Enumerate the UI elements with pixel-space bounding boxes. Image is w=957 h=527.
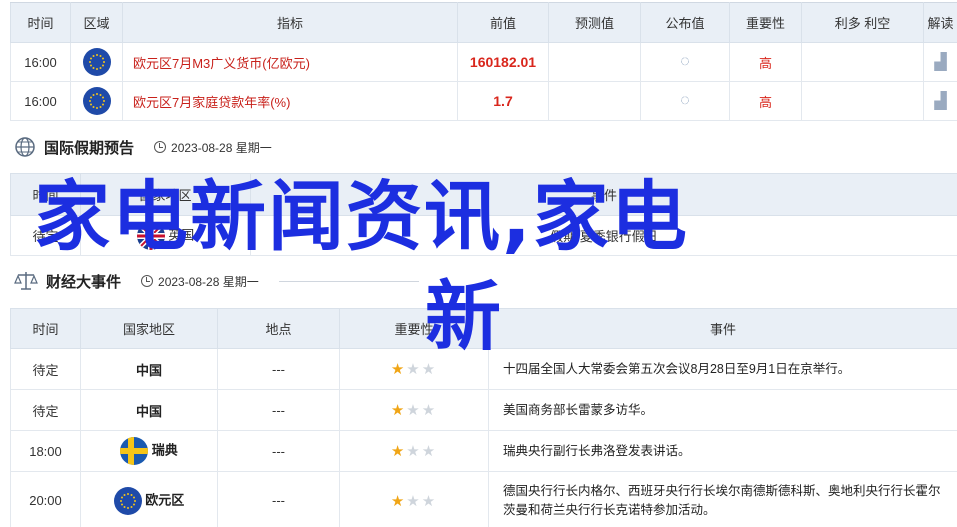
- event-text: 美国商务部长雷蒙多访华。: [488, 389, 957, 431]
- col-header-time[interactable]: 时间: [10, 308, 81, 349]
- row-time: 待定: [10, 389, 81, 431]
- table-row[interactable]: 16:00 欧元区7月M3广义货币(亿欧元) 160182.01 ◌ 高 ▟: [10, 42, 957, 82]
- star-icon: ★: [390, 402, 407, 419]
- country-name: 中国: [80, 348, 218, 390]
- star-icon: ★: [406, 443, 422, 460]
- events-section-header: 财经大事件 2023-08-28 星期一: [14, 270, 419, 292]
- country-name: 欧元区: [145, 491, 185, 507]
- previous-value: 1.7: [457, 81, 549, 121]
- importance-stars: ★★★: [391, 443, 437, 460]
- row-time: 18:00: [10, 430, 81, 472]
- section-date: 2023-08-28 星期一: [141, 273, 259, 290]
- economic-calendar-table: 时间 区域 指标 前值 预测值 公布值 重要性 利多 利空 解读 16:00 欧…: [10, 2, 957, 121]
- indicator-name[interactable]: 欧元区7月M3广义货币(亿欧元): [122, 42, 458, 82]
- clock-icon: [154, 141, 167, 153]
- country-name: 中国: [80, 389, 218, 431]
- holiday-section-header: 国际假期预告 2023-08-28 星期一: [14, 136, 272, 158]
- col-header-country[interactable]: 国家地区: [80, 308, 218, 349]
- table-row[interactable]: 16:00 欧元区7月家庭贷款年率(%) 1.7 ◌ 高 ▟: [10, 81, 957, 121]
- star-icon: ★: [390, 443, 407, 460]
- importance-stars: ★★★: [391, 361, 437, 378]
- clock-icon: [141, 275, 154, 287]
- impact-cell: [801, 42, 924, 82]
- star-icon: ★: [421, 443, 438, 460]
- star-icon: ★: [421, 492, 438, 510]
- star-icon: ★: [421, 402, 438, 419]
- sweden-flag-icon: [120, 437, 149, 465]
- chart-icon[interactable]: ▟: [934, 93, 946, 110]
- col-header-event[interactable]: 事件: [488, 308, 957, 349]
- place: ---: [217, 471, 340, 527]
- table-row[interactable]: 待定 英国 假期 夏季银行假日: [10, 215, 957, 256]
- previous-value: 160182.01: [457, 42, 549, 82]
- balance-icon: [14, 272, 38, 290]
- star-icon: ★: [406, 402, 422, 419]
- col-header-analysis[interactable]: 解读: [923, 2, 957, 43]
- country-name: 瑞典: [151, 442, 178, 458]
- table-row[interactable]: 待定 中国 --- ★★★ 十四届全国人大常委会第五次会议8月28日至9月1日在…: [10, 348, 957, 390]
- importance-level: 高: [729, 81, 802, 121]
- row-time: 待定: [10, 215, 81, 256]
- importance-stars: ★★★: [391, 493, 437, 510]
- table-row[interactable]: 20:00 欧元区 --- ★★★ 德国央行行长内格尔、西班牙央行行长埃尔南德斯…: [10, 471, 957, 527]
- table-row[interactable]: 18:00 瑞典 --- ★★★ 瑞典央行副行长弗洛登发表讲话。: [10, 430, 957, 472]
- event-text: 德国央行行长内格尔、西班牙央行行长埃尔南德斯德科斯、奥地利央行行长霍尔 茨曼和荷兰…: [488, 471, 957, 527]
- place: ---: [217, 389, 340, 431]
- uk-flag-icon: [136, 221, 165, 250]
- indicator-name[interactable]: 欧元区7月家庭贷款年率(%): [122, 81, 458, 121]
- star-icon: ★: [421, 361, 438, 378]
- col-header-importance[interactable]: 重要性: [729, 2, 802, 43]
- holiday-table: 时间 国家地区 事件 待定 英国 假期 夏季银行假日: [10, 173, 957, 256]
- col-header-impact[interactable]: 利多 利空: [801, 2, 924, 43]
- globe-icon: [15, 137, 35, 157]
- country-name: 英国: [168, 226, 195, 242]
- impact-cell: [801, 81, 924, 121]
- place: ---: [217, 348, 340, 390]
- loading-icon: ◌: [680, 53, 690, 70]
- col-header-indicator[interactable]: 指标: [122, 2, 458, 43]
- col-header-time[interactable]: 时间: [10, 2, 71, 43]
- event-text: 瑞典央行副行长弗洛登发表讲话。: [488, 430, 957, 472]
- row-time: 待定: [10, 348, 81, 390]
- section-date: 2023-08-28 星期一: [154, 139, 272, 156]
- forecast-value: [548, 81, 641, 121]
- row-time: 16:00: [10, 81, 71, 121]
- table-row[interactable]: 待定 中国 --- ★★★ 美国商务部长雷蒙多访华。: [10, 389, 957, 431]
- forecast-value: [548, 42, 641, 82]
- eu-flag-icon: [82, 87, 111, 115]
- col-header-region[interactable]: 区域: [70, 2, 123, 43]
- star-icon: ★: [390, 361, 407, 378]
- star-icon: ★: [390, 492, 407, 510]
- importance-level: 高: [729, 42, 802, 82]
- row-time: 20:00: [10, 471, 81, 527]
- col-header-forecast[interactable]: 预测值: [548, 2, 641, 43]
- event-text: 十四届全国人大常委会第五次会议8月28日至9月1日在京举行。: [488, 348, 957, 390]
- divider: [278, 280, 419, 282]
- eu-flag-icon: [113, 486, 142, 515]
- events-table: 时间 国家地区 地点 重要性 事件 待定 中国 --- ★★★ 十四届全国人大常…: [10, 308, 957, 527]
- section-title: 财经大事件: [46, 273, 122, 291]
- col-header-place[interactable]: 地点: [217, 308, 340, 349]
- place: ---: [217, 430, 340, 472]
- chart-icon[interactable]: ▟: [934, 54, 946, 71]
- importance-stars: ★★★: [391, 402, 437, 419]
- col-header-actual[interactable]: 公布值: [640, 2, 730, 43]
- star-icon: ★: [406, 492, 422, 510]
- eu-flag-icon: [82, 48, 111, 76]
- col-header-previous[interactable]: 前值: [457, 2, 549, 43]
- col-header-country[interactable]: 国家地区: [80, 173, 251, 216]
- col-header-importance[interactable]: 重要性: [339, 308, 489, 349]
- col-header-event[interactable]: 事件: [250, 173, 957, 216]
- star-icon: ★: [406, 361, 422, 378]
- loading-icon: ◌: [680, 92, 690, 109]
- row-time: 16:00: [10, 42, 71, 82]
- event-text: 假期 夏季银行假日: [250, 215, 957, 256]
- col-header-time[interactable]: 时间: [10, 173, 81, 216]
- section-title: 国际假期预告: [44, 139, 135, 157]
